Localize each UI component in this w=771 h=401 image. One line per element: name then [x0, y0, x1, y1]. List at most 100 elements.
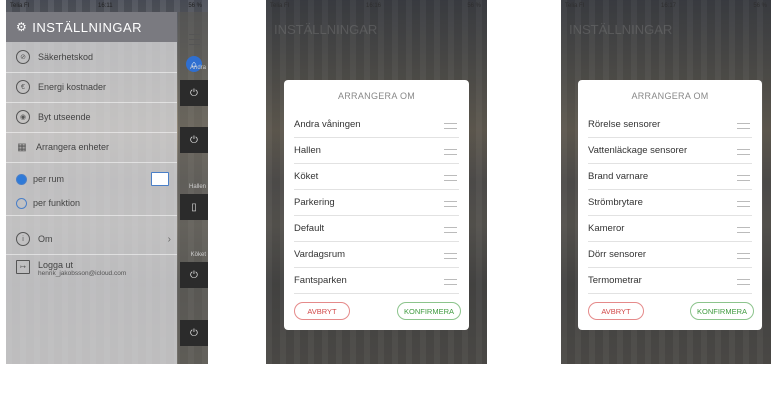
rearrange-rooms-screen: Telia FI 16:16 56 % INSTÄLLNINGAR ARRANG…: [266, 0, 487, 364]
lock-icon: ⊘: [16, 50, 30, 64]
list-item[interactable]: Brand varnare: [588, 164, 752, 190]
room-strip: ⌂ Andra ⏻ ⏻ Hallen ▯ Köket ⏻ ⏻: [178, 12, 208, 364]
edit-icon[interactable]: [151, 172, 169, 186]
settings-panel: ⚙ INSTÄLLNINGAR ⊘ Säkerhetskod € Energi …: [6, 12, 177, 364]
list-item-label: Fantsparken: [294, 275, 347, 286]
list-item-label: Kameror: [588, 223, 625, 234]
list-item[interactable]: Köket: [294, 164, 459, 190]
drag-handle-icon[interactable]: [444, 253, 457, 259]
menu-item-about[interactable]: i Om ›: [6, 224, 177, 255]
confirm-button[interactable]: KONFIRMERA: [397, 302, 461, 320]
list-item-label: Dörr sensorer: [588, 249, 647, 260]
list-item-label: Brand varnare: [588, 171, 649, 182]
rearrange-dialog: ARRANGERA OM Rörelse sensorer Vattenläck…: [578, 80, 762, 330]
rearrange-dialog: ARRANGERA OM Andra våningen Hallen Köket…: [284, 80, 469, 330]
logout-text: Logga ut henrik_jakobsson@icloud.com: [38, 260, 126, 277]
list-item-label: Andra våningen: [294, 119, 361, 130]
status-bar: Telia FI 16:11 56 %: [6, 0, 208, 12]
device-tile[interactable]: ⏻: [180, 80, 208, 106]
list-item[interactable]: Termometrar: [588, 268, 752, 294]
logout-icon: ↦: [16, 260, 30, 274]
room-label-2: Hallen: [188, 184, 206, 190]
radio-label: per funktion: [33, 198, 81, 208]
list-item[interactable]: Default: [294, 216, 459, 242]
list-item-label: Hallen: [294, 145, 321, 156]
dialog-title: ARRANGERA OM: [337, 91, 416, 101]
device-tile[interactable]: ⏻: [180, 320, 208, 346]
list-item[interactable]: Kameror: [588, 216, 752, 242]
device-tile[interactable]: ⏻: [180, 127, 208, 153]
drag-handle-icon[interactable]: [737, 227, 750, 233]
drag-handle-icon[interactable]: [737, 201, 750, 207]
drag-handle-icon[interactable]: [444, 123, 457, 129]
drag-handle-icon[interactable]: [444, 201, 457, 207]
confirm-button[interactable]: KONFIRMERA: [690, 302, 754, 320]
drag-handle-icon[interactable]: [737, 175, 750, 181]
list-item[interactable]: Hallen: [294, 138, 459, 164]
drag-handle-icon[interactable]: [737, 253, 750, 259]
rearrange-functions-screen: Telia FI 16:17 56 % INSTÄLLNINGAR ARRANG…: [561, 0, 771, 364]
energy-icon: €: [16, 80, 30, 94]
carrier-label: Telia FI: [10, 3, 30, 9]
menu-item-change-appearance[interactable]: ◉ Byt utseende: [6, 102, 177, 133]
list-item[interactable]: Vattenläckage sensorer: [588, 138, 752, 164]
radio-per-function[interactable]: per funktion: [6, 191, 177, 216]
logout-label: Logga ut: [38, 260, 74, 270]
drag-handle-icon[interactable]: [737, 123, 750, 129]
cancel-button[interactable]: AVBRYT: [588, 302, 644, 320]
list-item-label: Termometrar: [588, 275, 642, 286]
list-item[interactable]: Parkering: [294, 190, 459, 216]
list-item[interactable]: Fantsparken: [294, 268, 459, 294]
menu-item-logout[interactable]: ↦ Logga ut henrik_jakobsson@icloud.com: [6, 256, 177, 296]
cancel-button[interactable]: AVBRYT: [294, 302, 350, 320]
list-item-label: Vardagsrum: [294, 249, 346, 260]
device-tile[interactable]: ⏻: [180, 262, 208, 288]
drag-handle-icon[interactable]: [444, 149, 457, 155]
drag-handle-icon[interactable]: [444, 175, 457, 181]
palette-icon: ◉: [16, 110, 30, 124]
settings-header: ⚙ INSTÄLLNINGAR: [6, 12, 177, 42]
menu-item-arrange-devices[interactable]: ▦ Arrangera enheter: [6, 132, 177, 163]
menu-item-security-code[interactable]: ⊘ Säkerhetskod: [6, 42, 177, 73]
list-item-label: Parkering: [294, 197, 335, 208]
settings-screen: Telia FI 16:11 56 % ⌂ Andra ⏻ ⏻ Hallen ▯…: [6, 0, 208, 364]
room-label-1: Andra: [189, 65, 206, 71]
drag-handle-icon[interactable]: [444, 279, 457, 285]
dialog-actions: AVBRYT KONFIRMERA: [578, 302, 762, 320]
menu-item-energy-costs[interactable]: € Energi kostnader: [6, 72, 177, 103]
settings-title: INSTÄLLNINGAR: [32, 19, 143, 35]
menu-item-label: Energi kostnader: [38, 82, 107, 92]
door-tile[interactable]: ▯: [180, 194, 208, 220]
list-item-label: Rörelse sensorer: [588, 119, 661, 130]
list-item-label: Default: [294, 223, 325, 234]
menu-item-label: Säkerhetskod: [38, 52, 94, 62]
battery-label: 56 %: [188, 3, 202, 9]
radio-label: per rum: [33, 174, 65, 184]
radio-selected-icon: [16, 173, 27, 185]
radio-per-room[interactable]: per rum: [6, 167, 177, 191]
menu-item-label: Byt utseende: [38, 112, 91, 122]
list-item[interactable]: Strömbrytare: [588, 190, 752, 216]
time-label: 16:11: [98, 3, 113, 9]
list-item-label: Köket: [294, 171, 319, 182]
dialog-actions: AVBRYT KONFIRMERA: [284, 302, 469, 320]
menu-item-label: Om: [38, 234, 53, 244]
grid-icon: ▦: [17, 141, 27, 153]
sliders-icon: ⚙: [16, 20, 28, 34]
drag-handle-icon[interactable]: [444, 227, 457, 233]
menu-item-label: Arrangera enheter: [36, 142, 110, 152]
list-item[interactable]: Andra våningen: [294, 112, 459, 138]
chevron-right-icon: ›: [167, 233, 171, 245]
list-item[interactable]: Vardagsrum: [294, 242, 459, 268]
list-item-label: Vattenläckage sensorer: [588, 145, 688, 156]
list-item[interactable]: Rörelse sensorer: [588, 112, 752, 138]
info-icon: i: [16, 232, 30, 246]
list-item[interactable]: Dörr sensorer: [588, 242, 752, 268]
drag-handle-icon[interactable]: [737, 149, 750, 155]
radio-unselected-icon: [16, 197, 27, 209]
logout-email: henrik_jakobsson@icloud.com: [38, 270, 127, 277]
drag-handle-icon[interactable]: [737, 279, 750, 285]
hamburger-icon[interactable]: [189, 34, 200, 45]
list-item-label: Strömbrytare: [588, 197, 643, 208]
dialog-title: ARRANGERA OM: [631, 91, 709, 101]
